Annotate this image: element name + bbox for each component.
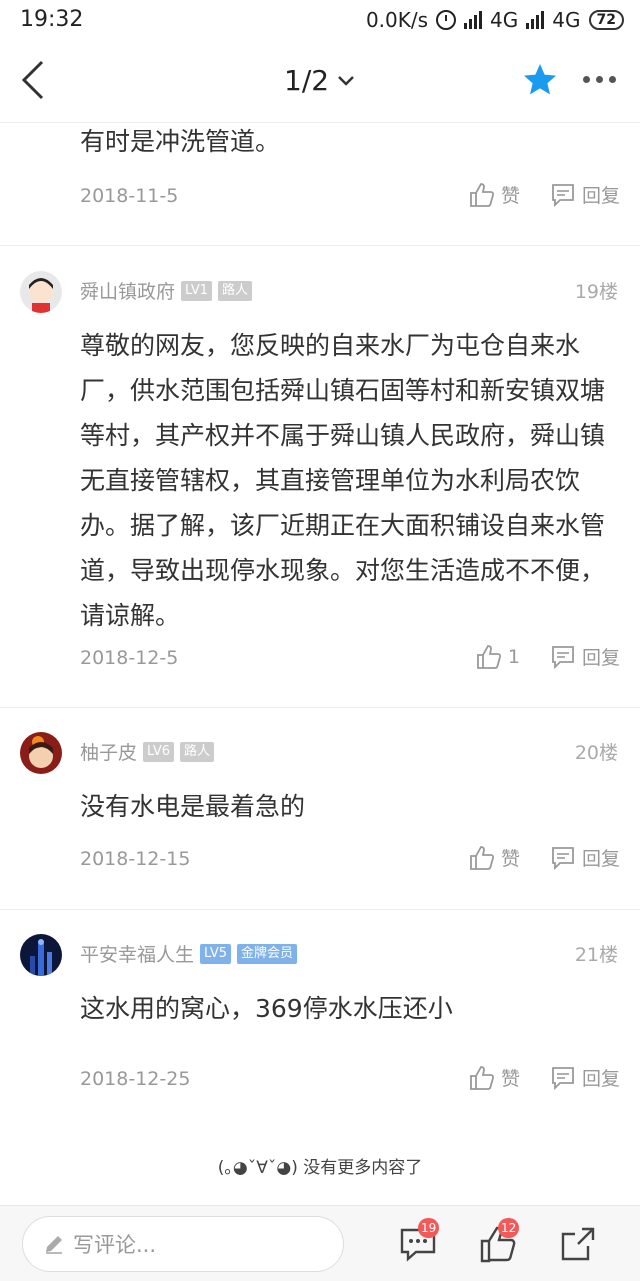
comment-placeholder: 写评论...	[73, 1233, 157, 1257]
level-badge: LV6	[143, 741, 174, 762]
comment-bubble-icon	[552, 846, 574, 870]
like-button[interactable]: 赞	[469, 181, 520, 208]
reply-label: 回复	[581, 185, 620, 207]
username[interactable]: 平安幸福人生	[80, 940, 194, 967]
user-tag-badge: 路人	[180, 741, 215, 762]
comment-item: 舜山镇政府 LV1 路人 19楼 尊敬的网友，您反映的自来水厂为屯仓自来水厂，供…	[0, 247, 640, 708]
like-button[interactable]: 赞	[469, 1064, 520, 1091]
reply-label: 回复	[581, 647, 620, 669]
comment-list: 有时是冲洗管道。 2018-11-5 赞 回复 舜山镇政府 LV1 路人 19楼…	[0, 123, 640, 1205]
top-nav-bar: 1/2	[0, 40, 640, 123]
comment-date: 2018-12-5	[80, 647, 179, 669]
bottom-action-bar: 写评论... 19 12	[0, 1205, 640, 1281]
network-type-1: 4G	[490, 8, 519, 32]
comment-item: 有时是冲洗管道。 2018-11-5 赞 回复	[0, 123, 640, 246]
comment-item: 平安幸福人生 LV5 金牌会员 21楼 这水用的窝心，369停水水压还小 201…	[0, 910, 640, 1130]
thumbs-up-icon	[470, 1065, 494, 1090]
username[interactable]: 舜山镇政府	[80, 277, 175, 304]
alarm-icon	[436, 10, 457, 30]
end-of-list-note: (｡◕ˇ∀ˇ◕) 没有更多内容了	[217, 1158, 423, 1178]
comment-bubble-icon	[552, 1066, 574, 1090]
thumbs-up-icon	[476, 644, 501, 669]
level-badge: LV5	[200, 943, 231, 964]
like-label: 赞	[500, 185, 520, 207]
like-label: 赞	[500, 848, 520, 870]
like-count: 1	[507, 645, 520, 668]
comment-date: 2018-12-15	[80, 848, 191, 870]
comment-body: 没有水电是最着急的	[80, 792, 306, 821]
chevron-down-icon	[338, 75, 354, 86]
favorite-star-icon[interactable]	[522, 62, 558, 98]
avatar[interactable]	[20, 732, 62, 774]
share-button[interactable]	[558, 1224, 598, 1264]
thumbs-up-icon	[470, 182, 494, 207]
reply-button[interactable]: 回复	[550, 181, 620, 208]
level-badge: LV1	[181, 280, 212, 301]
comment-body: 尊敬的网友，您反映的自来水厂为屯仓自来水厂，供水范围包括舜山镇石固等村和新安镇双…	[80, 331, 606, 630]
comment-body: 有时是冲洗管道。	[80, 127, 281, 156]
reply-button[interactable]: 回复	[550, 844, 620, 871]
comment-bubble-icon	[552, 183, 574, 207]
reply-label: 回复	[581, 848, 620, 870]
comment-body: 这水用的窝心，369停水水压还小	[80, 994, 453, 1023]
floor-number: 21楼	[574, 944, 618, 966]
network-type-2: 4G	[552, 8, 581, 32]
avatar[interactable]	[20, 934, 62, 976]
status-time: 19:32	[20, 7, 84, 32]
back-arrow-icon[interactable]	[18, 58, 58, 102]
username[interactable]: 柚子皮	[80, 738, 137, 765]
comment-date: 2018-11-5	[80, 185, 179, 207]
like-count-badge: 12	[498, 1218, 520, 1238]
like-label: 赞	[500, 1068, 520, 1090]
signal-icon	[464, 11, 483, 29]
battery-icon: 72	[588, 10, 624, 30]
comments-button[interactable]: 19	[398, 1218, 440, 1264]
user-tag-badge: 路人	[218, 280, 253, 301]
floor-number: 20楼	[574, 742, 618, 764]
status-bar: 19:32 0.0K/s 4G 4G 72	[0, 0, 640, 40]
thumbs-up-icon	[470, 845, 494, 870]
comment-bubble-icon	[552, 645, 574, 669]
reply-button[interactable]: 回复	[550, 643, 620, 670]
reply-button[interactable]: 回复	[550, 1064, 620, 1091]
user-tag-badge: 金牌会员	[237, 943, 298, 964]
comment-date: 2018-12-25	[80, 1068, 191, 1090]
page-indicator: 1/2	[284, 64, 330, 97]
avatar[interactable]	[20, 271, 62, 313]
floor-number: 19楼	[574, 281, 618, 303]
page-selector[interactable]: 1/2	[284, 64, 355, 97]
like-button[interactable]: 赞	[469, 844, 520, 871]
more-options-icon[interactable]	[583, 76, 616, 83]
comment-input[interactable]: 写评论...	[22, 1216, 344, 1272]
share-icon	[561, 1227, 595, 1261]
like-button[interactable]: 1	[476, 644, 520, 670]
net-speed: 0.0K/s	[365, 8, 429, 32]
reply-label: 回复	[581, 1068, 620, 1090]
comment-count-badge: 19	[418, 1218, 440, 1238]
comment-item: 柚子皮 LV6 路人 20楼 没有水电是最着急的 2018-12-15 赞 回复	[0, 708, 640, 910]
signal-icon-2	[526, 11, 545, 29]
pencil-icon	[46, 1236, 62, 1254]
like-post-button[interactable]: 12	[478, 1218, 520, 1264]
